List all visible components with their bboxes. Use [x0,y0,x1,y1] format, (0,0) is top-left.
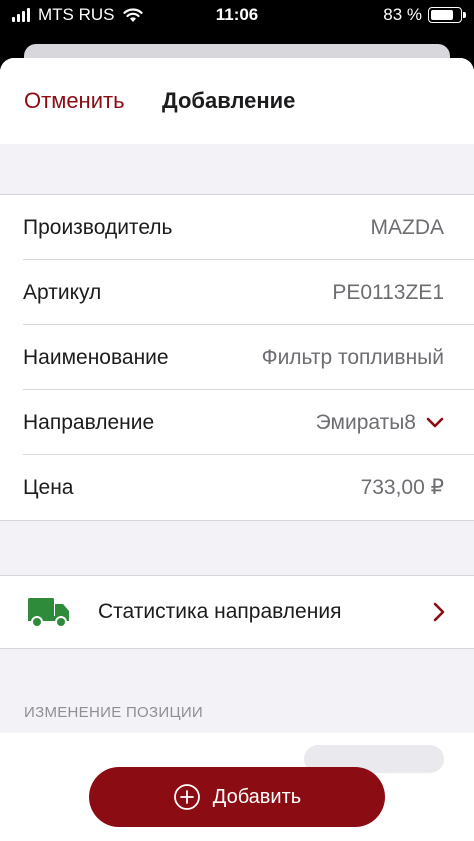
row-name: Наименование Фильтр топливный [0,325,474,390]
row-value: PE0113ZE1 [332,280,444,304]
row-value: MAZDA [370,215,445,239]
battery-icon [428,7,466,23]
row-label: Направление [23,410,155,434]
row-label: Производитель [23,215,173,239]
section-header-area: ИЗМЕНЕНИЕ ПОЗИЦИИ [0,648,474,733]
truck-icon [28,598,69,628]
stats-label: Статистика направления [98,600,342,623]
row-article: Артикул PE0113ZE1 [0,260,474,325]
status-right: 83 % [383,5,466,25]
status-bar: MTS RUS 11:06 83 % [0,0,474,32]
plus-circle-icon [173,784,200,810]
battery-percent: 83 % [383,5,422,24]
row-value: 733,00 ₽ [360,476,444,499]
row-direction[interactable]: Направление Эмираты8 [0,390,474,455]
direction-value: Эмираты8 [315,410,416,434]
chevron-down-icon[interactable] [426,417,444,429]
chevron-right-icon[interactable] [432,601,446,628]
row-manufacturer: Производитель MAZDA [0,195,474,260]
direction-stats-button[interactable]: Статистика направления [0,576,474,648]
row-label: Цена [23,475,74,499]
add-button-label: Добавить [212,785,302,808]
direction-select[interactable]: Эмираты8 [316,411,444,435]
page-title: Добавление [162,88,296,113]
row-label: Артикул [23,280,102,304]
nav-bar: Отменить Добавление [0,58,474,144]
row-value: Фильтр топливный [261,345,444,369]
section-header: ИЗМЕНЕНИЕ ПОЗИЦИИ [24,704,204,721]
row-label: Наименование [23,345,169,369]
row-price: Цена 733,00 ₽ [0,455,474,520]
cancel-button[interactable]: Отменить [24,88,125,114]
item-form: Производитель MAZDA Артикул PE0113ZE1 На… [0,195,474,520]
add-button[interactable]: Добавить [89,767,385,827]
spacer [0,144,474,195]
add-sheet: Отменить Добавление Производитель MAZDA … [0,58,474,841]
spacer [0,520,474,576]
